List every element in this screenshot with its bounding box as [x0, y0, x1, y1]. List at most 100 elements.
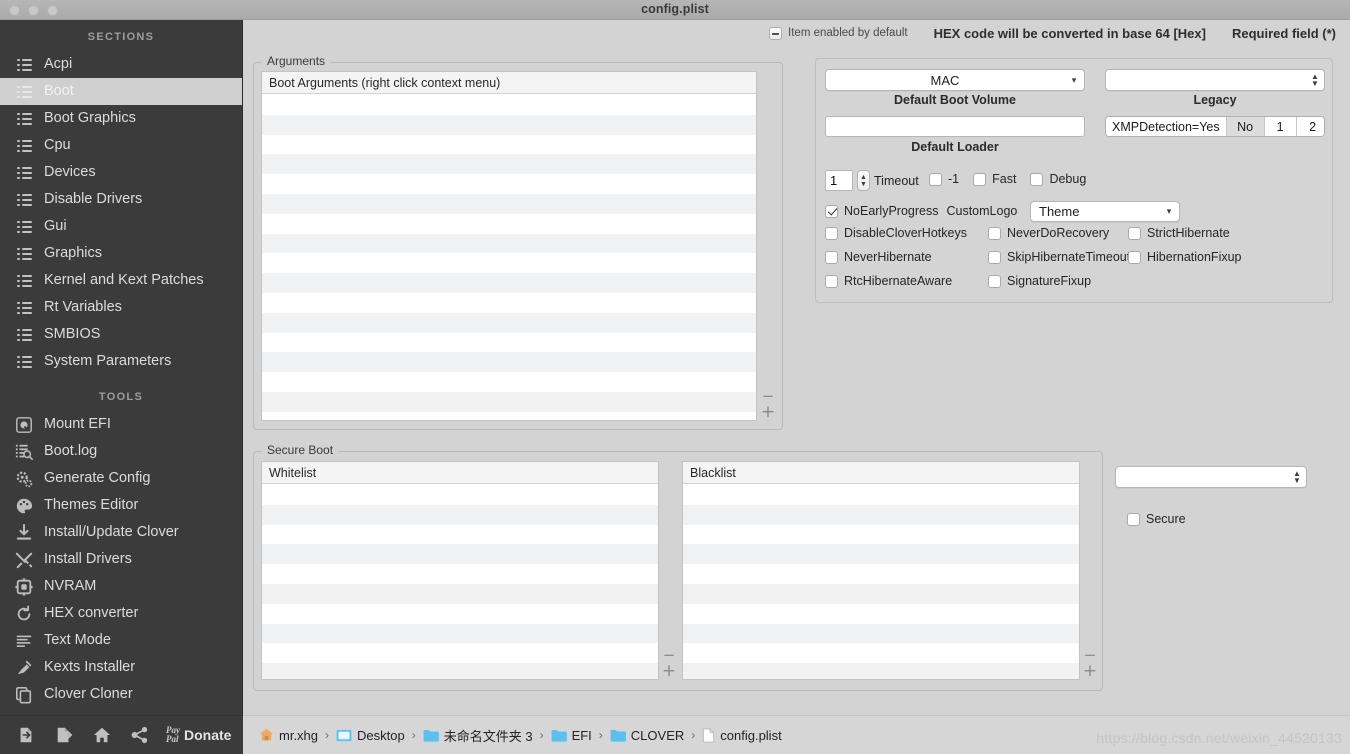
timeout-flag-debug[interactable]: Debug — [1030, 172, 1086, 186]
blacklist-rows[interactable] — [683, 485, 1079, 679]
sidebar-tool-nvram[interactable]: NVRAM — [0, 573, 242, 600]
add-whitelist-button[interactable]: + — [661, 663, 677, 680]
table-row[interactable] — [683, 544, 1079, 564]
checkbox-skiphibernatetimeout[interactable]: SkipHibernateTimeout — [988, 250, 1130, 264]
timeout-flag-1[interactable]: -1 — [929, 172, 959, 186]
table-row[interactable] — [683, 663, 1079, 680]
sidebar-tool-mount-efi[interactable]: Mount EFI — [0, 411, 242, 438]
whitelist-rows[interactable] — [262, 485, 658, 679]
table-row[interactable] — [262, 663, 658, 680]
table-row[interactable] — [262, 525, 658, 545]
sidebar-item-rt-variables[interactable]: Rt Variables — [0, 294, 242, 321]
timeout-input[interactable]: 1 — [825, 170, 853, 191]
checkbox-neverhibernate[interactable]: NeverHibernate — [825, 250, 932, 264]
breadcrumb-item[interactable]: EFI — [551, 728, 592, 743]
blacklist-list[interactable]: Blacklist — [682, 461, 1080, 680]
table-row[interactable] — [262, 604, 658, 624]
table-row[interactable] — [262, 624, 658, 644]
table-row[interactable] — [262, 485, 658, 505]
table-row[interactable] — [683, 604, 1079, 624]
sidebar-tool-hex-converter[interactable]: HEX converter — [0, 600, 242, 627]
table-row[interactable] — [262, 293, 756, 313]
table-row[interactable] — [683, 624, 1079, 644]
sidebar-item-system-parameters[interactable]: System Parameters — [0, 348, 242, 375]
xmp-segment-1[interactable]: No — [1227, 117, 1265, 136]
table-row[interactable] — [262, 584, 658, 604]
checkbox-rtchibernateaware[interactable]: RtcHibernateAware — [825, 274, 952, 288]
custom-logo-select[interactable]: Theme ▾ — [1030, 201, 1180, 222]
sidebar-tool-clover-cloner[interactable]: Clover Cloner — [0, 681, 242, 708]
table-row[interactable] — [262, 154, 756, 174]
table-row[interactable] — [262, 505, 658, 525]
sidebar-tool-generate-config[interactable]: Generate Config — [0, 465, 242, 492]
boot-arguments-rows[interactable] — [262, 95, 756, 420]
table-row[interactable] — [262, 544, 658, 564]
donate-button[interactable]: Pay Pal Donate — [166, 726, 231, 744]
default-boot-volume-select[interactable]: MAC ▾ — [825, 69, 1085, 91]
import-icon[interactable] — [8, 719, 44, 751]
sidebar-item-acpi[interactable]: Acpi — [0, 51, 242, 78]
breadcrumb-item[interactable]: Desktop — [336, 728, 405, 743]
breadcrumb-item[interactable]: 未命名文件夹 3 — [423, 726, 533, 745]
breadcrumb-item[interactable]: config.plist — [702, 728, 781, 743]
table-row[interactable] — [262, 352, 756, 372]
no-early-progress-checkbox[interactable]: NoEarlyProgress — [825, 204, 938, 218]
sidebar-item-boot-graphics[interactable]: Boot Graphics — [0, 105, 242, 132]
export-icon[interactable] — [46, 719, 82, 751]
whitelist-list[interactable]: Whitelist — [261, 461, 659, 680]
table-row[interactable] — [262, 643, 658, 663]
home-icon[interactable] — [84, 719, 120, 751]
sidebar-item-graphics[interactable]: Graphics — [0, 240, 242, 267]
table-row[interactable] — [262, 313, 756, 333]
table-row[interactable] — [262, 333, 756, 353]
sidebar-item-smbios[interactable]: SMBIOS — [0, 321, 242, 348]
sidebar-item-devices[interactable]: Devices — [0, 159, 242, 186]
table-row[interactable] — [262, 174, 756, 194]
sidebar-item-cpu[interactable]: Cpu — [0, 132, 242, 159]
sidebar-tool-install-drivers[interactable]: Install Drivers — [0, 546, 242, 573]
timeout-stepper[interactable]: ▲▼ — [857, 170, 870, 191]
share-icon[interactable] — [122, 719, 158, 751]
boot-arguments-list[interactable]: Boot Arguments (right click context menu… — [261, 71, 757, 421]
table-row[interactable] — [262, 135, 756, 155]
sidebar-tool-kexts-installer[interactable]: Kexts Installer — [0, 654, 242, 681]
checkbox-disablecloverhotkeys[interactable]: DisableCloverHotkeys — [825, 226, 967, 240]
table-row[interactable] — [262, 564, 658, 584]
sidebar-tool-boot-log[interactable]: Boot.log — [0, 438, 242, 465]
table-row[interactable] — [262, 115, 756, 135]
sidebar-item-gui[interactable]: Gui — [0, 213, 242, 240]
breadcrumb-item[interactable]: mr.xhg — [259, 728, 318, 743]
timeout-flag-fast[interactable]: Fast — [973, 172, 1016, 186]
xmp-detection-segmented[interactable]: XMPDetection=YesNo12 — [1105, 116, 1325, 137]
add-blacklist-button[interactable]: + — [1082, 663, 1098, 680]
xmp-segment-2[interactable]: 1 — [1265, 117, 1297, 136]
table-row[interactable] — [262, 214, 756, 234]
checkbox-signaturefixup[interactable]: SignatureFixup — [988, 274, 1091, 288]
table-row[interactable] — [262, 392, 756, 412]
sidebar-tool-themes-editor[interactable]: Themes Editor — [0, 492, 242, 519]
table-row[interactable] — [683, 564, 1079, 584]
secure-checkbox[interactable]: Secure — [1127, 512, 1186, 526]
checkbox-hibernationfixup[interactable]: HibernationFixup — [1128, 250, 1242, 264]
breadcrumb-item[interactable]: CLOVER — [610, 728, 684, 743]
xmp-segment-3[interactable]: 2 — [1297, 117, 1325, 136]
sidebar-item-disable-drivers[interactable]: Disable Drivers — [0, 186, 242, 213]
default-loader-input[interactable] — [825, 116, 1085, 137]
table-row[interactable] — [262, 273, 756, 293]
table-row[interactable] — [262, 95, 756, 115]
table-row[interactable] — [683, 584, 1079, 604]
table-row[interactable] — [683, 643, 1079, 663]
table-row[interactable] — [262, 372, 756, 392]
table-row[interactable] — [683, 525, 1079, 545]
xmp-segment-0[interactable]: XMPDetection=Yes — [1106, 117, 1227, 136]
sidebar-tool-text-mode[interactable]: Text Mode — [0, 627, 242, 654]
sidebar-item-kernel-and-kext-patches[interactable]: Kernel and Kext Patches — [0, 267, 242, 294]
sidebar-tool-install-update-clover[interactable]: Install/Update Clover — [0, 519, 242, 546]
secure-policy-select[interactable]: ▲▼ — [1115, 466, 1307, 488]
table-row[interactable] — [262, 234, 756, 254]
sidebar-item-boot[interactable]: Boot — [0, 78, 242, 105]
table-row[interactable] — [683, 505, 1079, 525]
table-row[interactable] — [262, 194, 756, 214]
checkbox-neverdorecovery[interactable]: NeverDoRecovery — [988, 226, 1109, 240]
table-row[interactable] — [262, 412, 756, 421]
